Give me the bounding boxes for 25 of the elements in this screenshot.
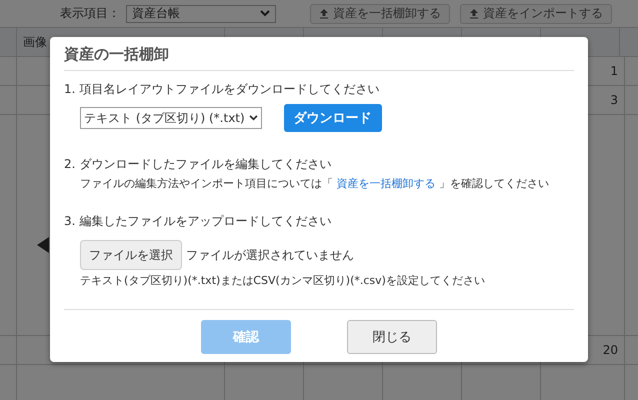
left-arrow-icon[interactable] [37, 237, 49, 253]
file-status: ファイルが選択されていません [186, 246, 354, 264]
hint-text: テキスト(タブ区切り)(*.txt)またはCSV(カンマ区切り)(*.csv)を設定してください [80, 273, 486, 288]
format-select[interactable]: テキスト (タブ区切り) (*.txt) [80, 107, 262, 129]
toolbar-button[interactable]: 資産をインポートする [460, 4, 612, 24]
chevron-icon [248, 115, 258, 121]
upload-icon [469, 8, 479, 19]
download-button[interactable]: ダウンロード [284, 104, 382, 132]
help-link[interactable]: 資産を一括棚卸する [336, 177, 436, 190]
column-header: 画像 [23, 34, 47, 50]
toolbar-button[interactable]: 資産を一括棚卸する [310, 4, 450, 24]
chevron-icon [260, 10, 270, 17]
dialog-title: 資産の一括棚卸 [64, 43, 574, 71]
close-button[interactable]: 閉じる [347, 320, 437, 354]
table-cell: 1 [610, 64, 618, 78]
table-cell: 20 [602, 343, 618, 357]
upload-icon [319, 8, 329, 19]
note-text: ファイルの編集方法やインポート項目については「 資産を一括棚卸する 」を確認してください [80, 176, 550, 191]
step-label: 2. ダウンロードしたファイルを編集してください [64, 156, 332, 173]
view-select[interactable]: 資産台帳 [126, 4, 276, 22]
table-cell: 3 [610, 93, 618, 107]
step-label: 3. 編集したファイルをアップロードしてください [64, 213, 332, 230]
step-label: 1. 項目名レイアウトファイルをダウンロードしてください [64, 81, 380, 98]
view-label: 表示項目： [60, 5, 120, 22]
choose-file-button[interactable]: ファイルを選択 [80, 240, 182, 270]
